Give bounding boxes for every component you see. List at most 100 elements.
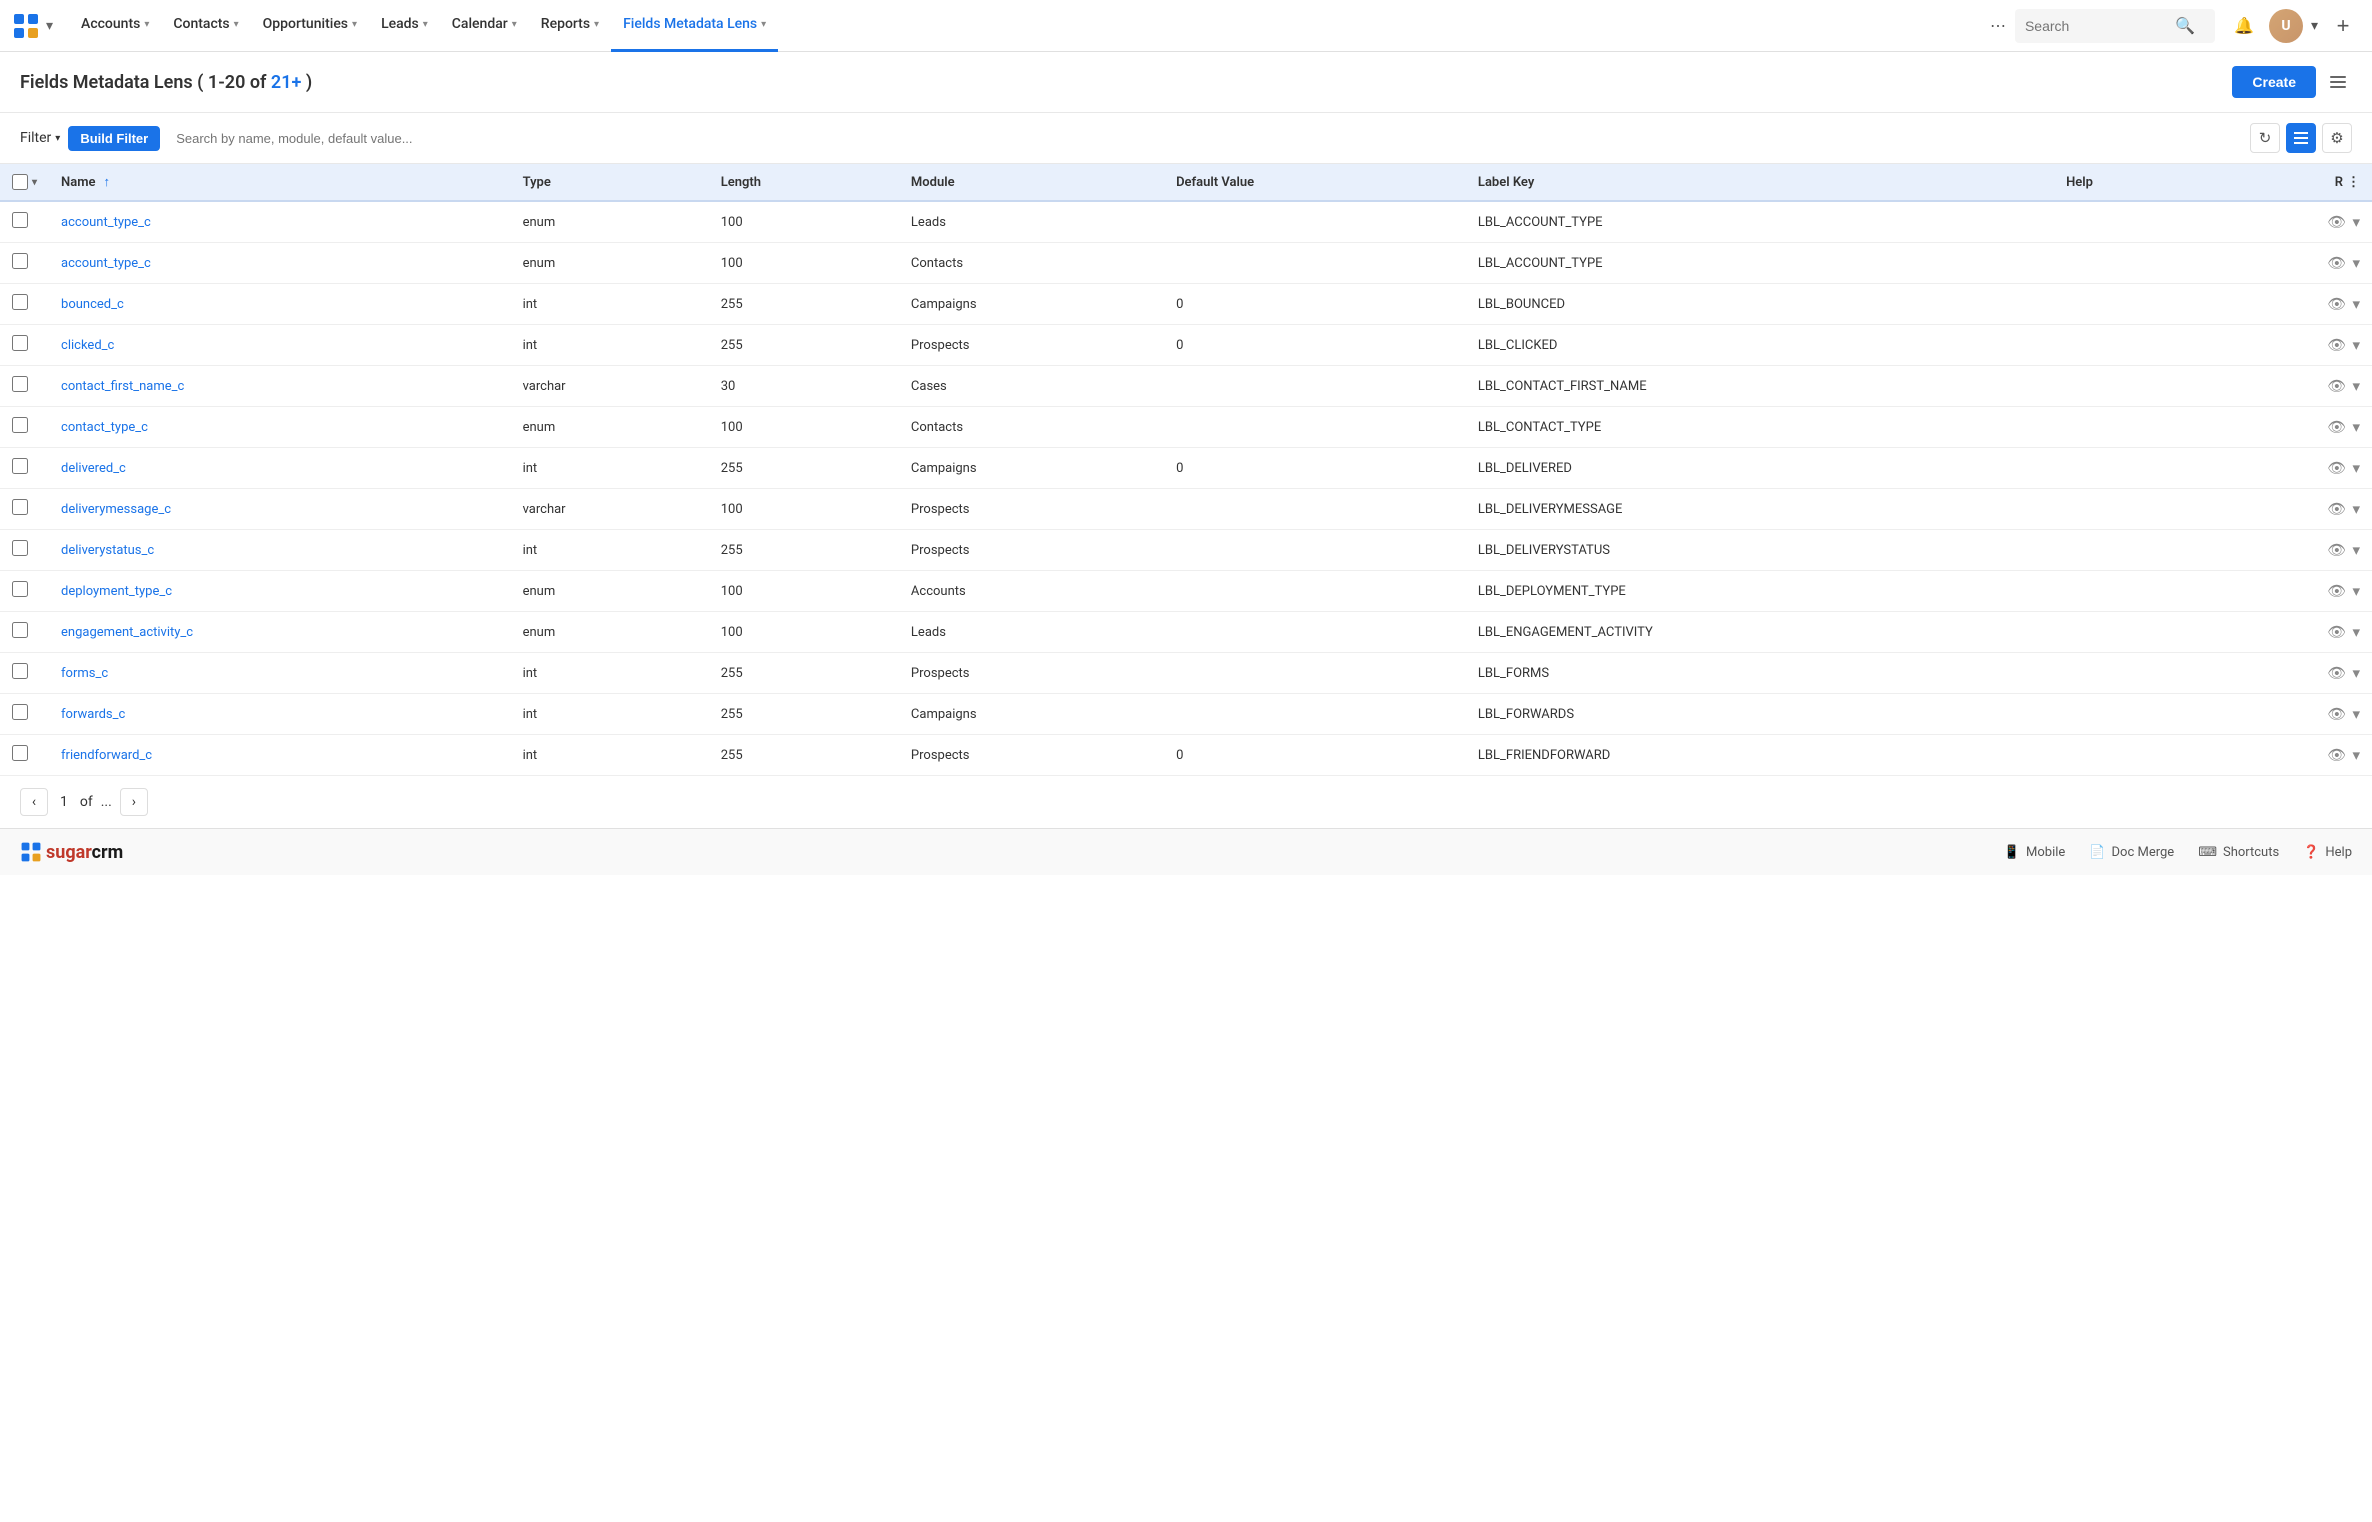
th-type[interactable]: Type — [511, 164, 709, 201]
row-name-link[interactable]: delivered_c — [61, 461, 126, 476]
nav-logo[interactable] — [12, 12, 40, 40]
name-sort-icon[interactable]: ↑ — [104, 174, 111, 190]
row-expand-icon[interactable]: ▾ — [2352, 418, 2360, 436]
row-preview-icon[interactable]: 👁 — [2327, 213, 2346, 231]
row-checkbox[interactable] — [12, 622, 28, 638]
row-preview-icon[interactable]: 👁 — [2327, 377, 2346, 395]
row-checkbox[interactable] — [12, 704, 28, 720]
row-expand-icon[interactable]: ▾ — [2352, 746, 2360, 764]
nav-item-calendar[interactable]: Calendar ▾ — [440, 0, 529, 52]
row-checkbox[interactable] — [12, 458, 28, 474]
avatar[interactable]: U — [2269, 9, 2303, 43]
row-name-link[interactable]: account_type_c — [61, 215, 151, 230]
row-checkbox[interactable] — [12, 745, 28, 761]
column-settings-icon[interactable] — [2324, 68, 2352, 96]
build-filter-button[interactable]: Build Filter — [68, 126, 160, 151]
filter-search-input[interactable] — [168, 127, 2242, 150]
row-checkbox[interactable] — [12, 212, 28, 228]
help-footer-link[interactable]: ❓ Help — [2303, 845, 2352, 860]
row-name-link[interactable]: deliverymessage_c — [61, 502, 171, 517]
row-name-link[interactable]: deliverystatus_c — [61, 543, 154, 558]
row-expand-icon[interactable]: ▾ — [2352, 336, 2360, 354]
row-checkbox[interactable] — [12, 294, 28, 310]
row-checkbox[interactable] — [12, 376, 28, 392]
row-expand-icon[interactable]: ▾ — [2352, 541, 2360, 559]
nav-item-opportunities[interactable]: Opportunities ▾ — [251, 0, 369, 52]
row-name-link[interactable]: clicked_c — [61, 338, 114, 353]
row-expand-icon[interactable]: ▾ — [2352, 377, 2360, 395]
doc-merge-footer-link[interactable]: 📄 Doc Merge — [2089, 845, 2174, 860]
select-all-checkbox[interactable] — [12, 174, 28, 190]
th-help[interactable]: Help — [2054, 164, 2205, 201]
row-checkbox[interactable] — [12, 335, 28, 351]
nav-item-leads[interactable]: Leads ▾ — [369, 0, 440, 52]
row-preview-icon[interactable]: 👁 — [2327, 459, 2346, 477]
th-label-key[interactable]: Label Key — [1466, 164, 2054, 201]
row-preview-icon[interactable]: 👁 — [2327, 623, 2346, 641]
row-checkbox[interactable] — [12, 663, 28, 679]
row-preview-icon[interactable]: 👁 — [2327, 582, 2346, 600]
row-name-link[interactable]: contact_type_c — [61, 420, 148, 435]
row-expand-icon[interactable]: ▾ — [2352, 582, 2360, 600]
row-expand-icon[interactable]: ▾ — [2352, 254, 2360, 272]
row-checkbox[interactable] — [12, 540, 28, 556]
mobile-footer-link[interactable]: 📱 Mobile — [2004, 845, 2065, 860]
row-name-link[interactable]: contact_first_name_c — [61, 379, 184, 394]
row-expand-icon[interactable]: ▾ — [2352, 500, 2360, 518]
row-name-link[interactable]: bounced_c — [61, 297, 124, 312]
row-checkbox[interactable] — [12, 499, 28, 515]
nav-item-contacts[interactable]: Contacts ▾ — [161, 0, 250, 52]
th-module[interactable]: Module — [899, 164, 1164, 201]
list-view-button[interactable] — [2286, 123, 2316, 153]
profile-chevron[interactable]: ▾ — [2311, 18, 2318, 34]
row-actions-cell: 👁 ▾ — [2205, 366, 2372, 407]
row-expand-icon[interactable]: ▾ — [2352, 705, 2360, 723]
search-input[interactable] — [2025, 18, 2175, 34]
next-page-button[interactable]: › — [120, 788, 148, 816]
row-name-link[interactable]: forwards_c — [61, 707, 125, 722]
th-length[interactable]: Length — [709, 164, 899, 201]
nav-logo-chevron[interactable]: ▾ — [46, 18, 53, 34]
nav-item-fields-metadata-lens[interactable]: Fields Metadata Lens ▾ — [611, 0, 778, 52]
row-name-link[interactable]: forms_c — [61, 666, 108, 681]
row-preview-icon[interactable]: 👁 — [2327, 746, 2346, 764]
row-name-link[interactable]: deployment_type_c — [61, 584, 172, 599]
row-preview-icon[interactable]: 👁 — [2327, 664, 2346, 682]
row-label-key-cell: LBL_CLICKED — [1466, 325, 2054, 366]
filter-label[interactable]: Filter ▾ — [20, 130, 60, 146]
row-preview-icon[interactable]: 👁 — [2327, 295, 2346, 313]
column-more-icon[interactable]: ⋮ — [2347, 175, 2360, 190]
page-more-button[interactable]: ... — [101, 794, 112, 810]
row-expand-icon[interactable]: ▾ — [2352, 664, 2360, 682]
record-count-link[interactable]: 21+ — [271, 72, 301, 93]
nav-item-reports[interactable]: Reports ▾ — [529, 0, 611, 52]
row-checkbox[interactable] — [12, 417, 28, 433]
create-button[interactable]: Create — [2232, 66, 2316, 98]
add-new-button[interactable]: + — [2326, 9, 2360, 43]
row-name-link[interactable]: engagement_activity_c — [61, 625, 193, 640]
refresh-button[interactable]: ↻ — [2250, 123, 2280, 153]
row-expand-icon[interactable]: ▾ — [2352, 295, 2360, 313]
row-checkbox[interactable] — [12, 581, 28, 597]
row-preview-icon[interactable]: 👁 — [2327, 541, 2346, 559]
row-expand-icon[interactable]: ▾ — [2352, 623, 2360, 641]
header-sort-chevron[interactable]: ▾ — [32, 177, 37, 188]
row-checkbox[interactable] — [12, 253, 28, 269]
shortcuts-footer-link[interactable]: ⌨ Shortcuts — [2198, 845, 2279, 860]
row-expand-icon[interactable]: ▾ — [2352, 213, 2360, 231]
row-name-link[interactable]: account_type_c — [61, 256, 151, 271]
notifications-button[interactable]: 🔔 — [2227, 9, 2261, 43]
row-type-cell: int — [511, 284, 709, 325]
th-default-value[interactable]: Default Value — [1164, 164, 1466, 201]
row-name-link[interactable]: friendforward_c — [61, 748, 152, 763]
row-expand-icon[interactable]: ▾ — [2352, 459, 2360, 477]
row-preview-icon[interactable]: 👁 — [2327, 705, 2346, 723]
prev-page-button[interactable]: ‹ — [20, 788, 48, 816]
row-preview-icon[interactable]: 👁 — [2327, 254, 2346, 272]
row-preview-icon[interactable]: 👁 — [2327, 336, 2346, 354]
nav-item-accounts[interactable]: Accounts ▾ — [69, 0, 161, 52]
row-preview-icon[interactable]: 👁 — [2327, 500, 2346, 518]
settings-columns-button[interactable]: ⚙ — [2322, 123, 2352, 153]
row-preview-icon[interactable]: 👁 — [2327, 418, 2346, 436]
more-options-button[interactable]: ⋯ — [1981, 9, 2015, 43]
